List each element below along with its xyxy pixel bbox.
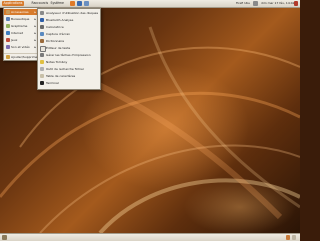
calculator-icon	[40, 25, 44, 30]
chevron-right-icon: ▸	[34, 31, 36, 35]
menu-item-office[interactable]: Bureautique ▸	[4, 16, 38, 22]
places-menu-button[interactable]: Raccourcis	[30, 1, 50, 6]
games-icon	[5, 38, 10, 42]
applications-menu-button[interactable]: Applications	[2, 1, 24, 6]
submenu-item-tomboy[interactable]: Notes Tomboy	[38, 59, 100, 66]
menu-item-label: Bureautique	[11, 17, 30, 21]
disk-usage-icon	[40, 11, 44, 16]
mail-launcher-icon[interactable]	[77, 1, 82, 6]
top-panel: Applications Raccourcis Système Firefi U…	[0, 0, 300, 8]
graphics-icon	[5, 24, 10, 28]
firefox-launcher-icon[interactable]	[70, 1, 75, 6]
power-icon[interactable]	[294, 1, 298, 6]
network-icon[interactable]	[253, 1, 258, 6]
office-icon	[5, 17, 10, 21]
trash-icon[interactable]	[292, 235, 296, 240]
sound-video-icon	[5, 45, 10, 49]
chevron-right-icon: ▸	[34, 38, 36, 42]
accessories-icon	[5, 10, 10, 14]
menu-item-label: Accessoires	[11, 10, 29, 14]
menu-item-label: Son et vidéo	[11, 45, 30, 49]
submenu-item-label: Éditeur de texte	[46, 46, 71, 50]
chevron-right-icon: ▸	[34, 24, 36, 28]
system-menu-button[interactable]: Système	[49, 1, 65, 6]
submenu-item-label: Bluetooth Analyse	[46, 18, 74, 22]
submenu-item-label: Gérer les tâches d'impression	[46, 53, 91, 57]
internet-icon	[5, 31, 10, 35]
clock[interactable]: dim mar 17 fév, 14:42	[261, 1, 295, 6]
submenu-item-terminal[interactable]: Terminal	[38, 80, 100, 87]
dictionary-icon	[40, 39, 44, 44]
search-icon	[40, 67, 44, 72]
submenu-item-label: Table de caractères	[46, 74, 76, 78]
submenu-item-label: Dictionnaire	[46, 39, 65, 43]
menu-item-label: Internet	[11, 31, 23, 35]
add-remove-icon	[5, 55, 10, 59]
terminal-icon	[40, 81, 44, 86]
menu-item-label: Jeux	[11, 38, 18, 42]
user-name[interactable]: Firefi Ubu	[236, 1, 250, 6]
menu-item-accessories[interactable]: Accessoires ▸	[4, 9, 38, 15]
submenu-item-label: Outil de recherche fichier	[46, 67, 85, 71]
menu-item-internet[interactable]: Internet ▸	[4, 30, 38, 36]
submenu-item-label: Capture d'écran	[46, 32, 71, 36]
charmap-icon	[40, 74, 44, 79]
submenu-item-bluetooth[interactable]: Bluetooth Analyse	[38, 17, 100, 24]
accessories-submenu: Analyseur d'utilisation des disques Blue…	[37, 8, 101, 90]
submenu-item-screenshot[interactable]: Capture d'écran	[38, 31, 100, 38]
submenu-item-label: Terminal	[46, 81, 59, 85]
submenu-item-dictionary[interactable]: Dictionnaire	[38, 38, 100, 45]
show-desktop-icon[interactable]	[2, 235, 7, 240]
submenu-item-label: Calculatrice	[46, 25, 64, 29]
submenu-item-disk-usage[interactable]: Analyseur d'utilisation des disques	[38, 10, 100, 17]
submenu-item-calculator[interactable]: Calculatrice	[38, 24, 100, 31]
menu-item-graphics[interactable]: Graphisme ▸	[4, 23, 38, 29]
printer-icon	[40, 53, 44, 58]
tomboy-icon	[40, 60, 44, 65]
chevron-right-icon: ▸	[34, 17, 36, 21]
submenu-item-file-search[interactable]: Outil de recherche fichier	[38, 66, 100, 73]
submenu-item-print-manager[interactable]: Gérer les tâches d'impression	[38, 52, 100, 59]
menu-item-games[interactable]: Jeux ▸	[4, 37, 38, 43]
submenu-item-text-editor[interactable]: Éditeur de texte	[38, 45, 100, 53]
applications-menu: Accessoires ▸ Bureautique ▸ Graphisme ▸ …	[3, 7, 41, 61]
menu-item-add-remove[interactable]: Ajouter/Supprimer...	[4, 53, 41, 60]
submenu-item-label: Notes Tomboy	[46, 60, 68, 64]
help-launcher-icon[interactable]	[84, 1, 89, 6]
screenshot-icon	[40, 32, 44, 37]
submenu-item-charmap[interactable]: Table de caractères	[38, 73, 100, 80]
bluetooth-icon	[40, 18, 44, 23]
menu-item-sound-video[interactable]: Son et vidéo ▸	[4, 44, 38, 50]
menu-item-label: Graphisme	[11, 24, 28, 28]
submenu-item-label: Analyseur d'utilisation des disques	[46, 11, 99, 15]
chevron-right-icon: ▸	[34, 45, 36, 49]
chevron-right-icon: ▸	[34, 10, 36, 14]
workspace-switcher-icon[interactable]	[286, 235, 290, 240]
